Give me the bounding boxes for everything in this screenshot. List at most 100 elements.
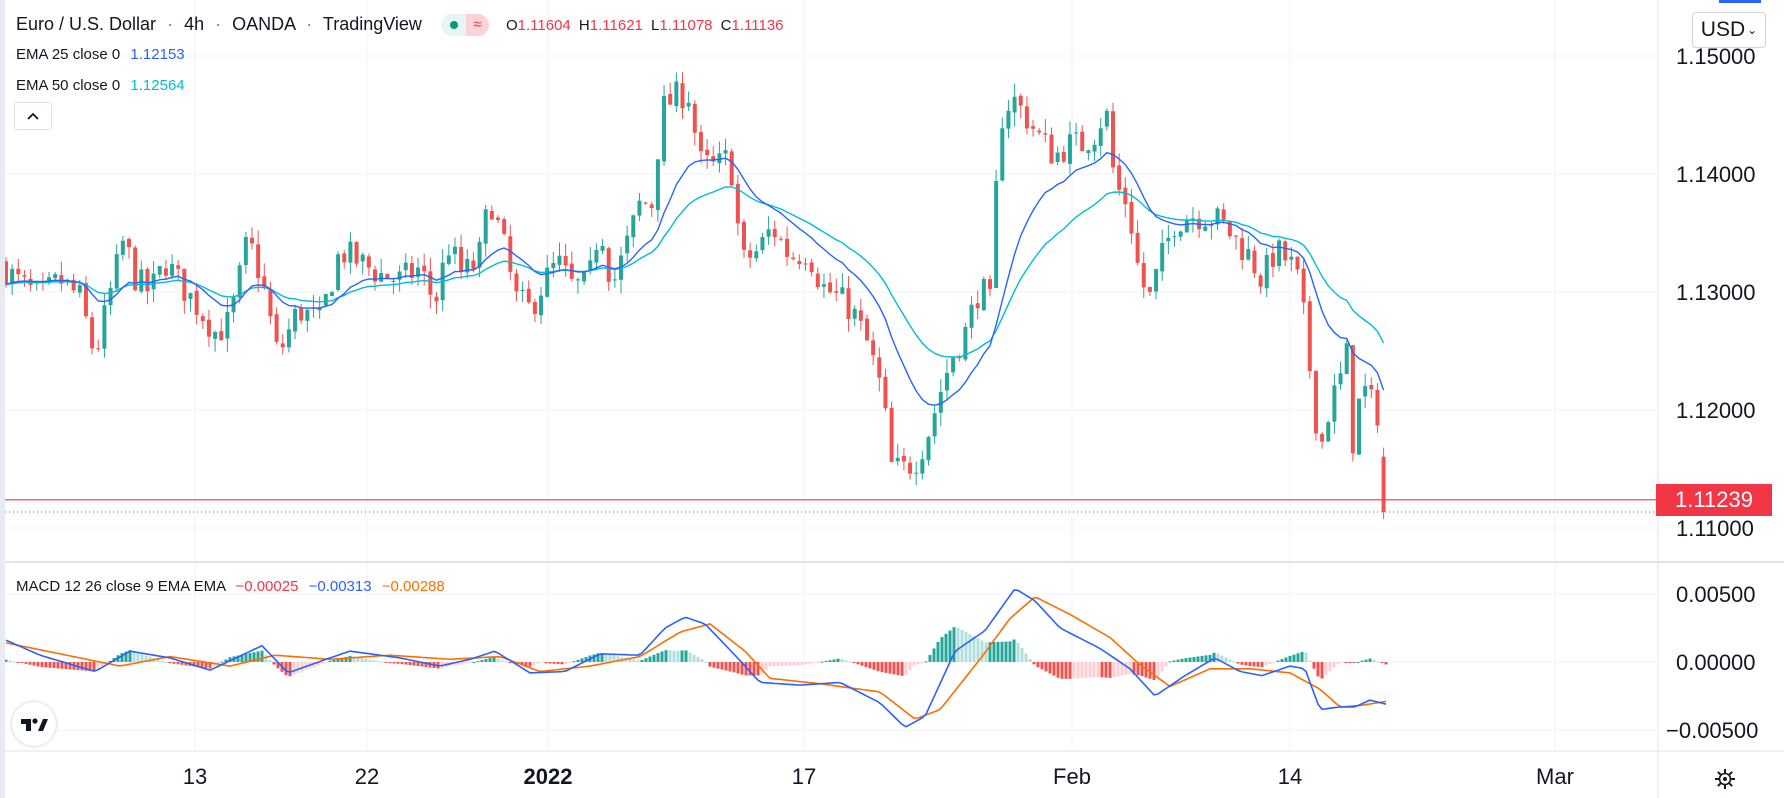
candle [1313,370,1318,441]
macd-histogram-bar [788,662,792,666]
macd-histogram-bar [1168,661,1172,663]
macd-histogram-bar [580,658,584,662]
candle [342,249,347,269]
macd-histogram-bar [1080,662,1084,679]
candle-body [803,263,808,265]
macd-histogram-bar [360,658,364,662]
macd-histogram-bar [1204,655,1208,662]
macd-histogram-bar [816,662,820,663]
candle [797,254,802,270]
macd-histogram-bar [1200,655,1204,662]
macd-histogram-bar [1292,654,1296,662]
candle-body [1313,370,1318,434]
macd-histogram-bar [1244,662,1248,666]
candle-body [274,314,279,342]
candle-body [188,293,193,299]
candle-body [163,268,168,276]
macd-histogram-bar [488,658,492,662]
macd-histogram-bar [664,650,668,662]
candle-body [1289,256,1294,260]
candle-body [655,159,660,211]
candle [698,124,703,164]
time-tick-label: Feb [1053,764,1091,789]
macd-histogram-bar [48,662,52,668]
macd-histogram-bar [948,630,952,662]
candle [1086,149,1091,161]
candle [139,260,144,294]
candle-body [145,269,150,292]
macd-histogram-bar [684,650,688,662]
candle-body [1307,301,1312,372]
macd-histogram-bar [1084,662,1088,678]
symbol-header[interactable]: Euro / U.S. Dollar · 4h · OANDA · Tradin… [16,14,784,37]
candle [348,232,353,274]
candle [754,244,759,262]
close-value: 1.11136 [731,17,784,34]
macd-histogram-bar [696,656,700,662]
candle-body [1098,128,1103,146]
candle-body [256,244,261,279]
candle-body [459,246,464,272]
candle-body [575,279,580,281]
macd-histogram-bar [1360,660,1364,662]
candle [176,259,181,282]
macd-histogram-bar [80,662,84,671]
candle-body [237,265,242,298]
macd-histogram-bar [692,654,696,662]
macd-histogram-bar [1324,662,1328,675]
candle-body [797,261,802,265]
tradingview-logo[interactable] [12,702,56,746]
macd-histogram-bar [844,660,848,662]
candle [336,251,341,292]
macd-histogram-bar [140,654,144,662]
macd-histogram-bar [964,632,968,662]
candle [809,258,814,277]
candle-body [883,376,888,409]
status-indicator[interactable]: ≈ [440,14,489,37]
macd-legend[interactable]: MACD 12 26 close 9 EMA EMA −0.00025 −0.0… [16,578,445,595]
macd-histogram-bar [1240,662,1244,665]
candle [1067,121,1072,175]
macd-label: MACD 12 26 close 9 EMA EMA [16,578,226,595]
ema50-legend[interactable]: EMA 50 close 0 1.12564 [16,77,185,94]
macd-histogram-bar [20,662,24,664]
macd-line-value: −0.00313 [308,578,372,595]
macd-histogram-bar [660,651,664,662]
candle-body [815,273,820,288]
time-tick-label: 13 [183,764,207,789]
macd-histogram-bar [1368,658,1372,662]
candle [477,237,482,278]
candle [662,85,667,166]
candle-body [299,307,304,321]
macd-histogram-bar [896,662,900,676]
candle-body [194,290,199,315]
candle [1240,227,1245,270]
candle-body [988,279,992,289]
macd-histogram-bar [1344,662,1348,663]
candle-body [403,262,408,271]
candle [791,251,796,261]
candle [760,232,765,254]
macd-histogram-bar [1064,662,1068,679]
candle [1326,420,1331,442]
macd-histogram-bar [388,662,392,664]
candle-body [557,255,562,265]
macd-histogram-bar [924,661,928,663]
settings-button[interactable] [1712,766,1738,792]
candle-body [1357,398,1361,455]
chart-canvas[interactable]: 1.150001.140001.130001.120001.110000.005… [0,0,1784,798]
candle [1147,286,1152,297]
candle [944,359,949,400]
macd-histogram-bar [992,642,996,662]
collapse-legend-button[interactable] [14,102,52,130]
currency-button[interactable]: USD ⌄ [1692,12,1766,48]
candle-body [1055,152,1060,163]
candle-body [723,150,728,154]
ema25-legend[interactable]: EMA 25 close 0 1.12153 [16,46,185,63]
candle [1295,256,1300,275]
candle-body [778,238,783,240]
candle-body [994,181,999,288]
macd-histogram-bar [828,660,832,662]
grid [0,0,1658,751]
macd-histogram-bar [508,662,512,663]
